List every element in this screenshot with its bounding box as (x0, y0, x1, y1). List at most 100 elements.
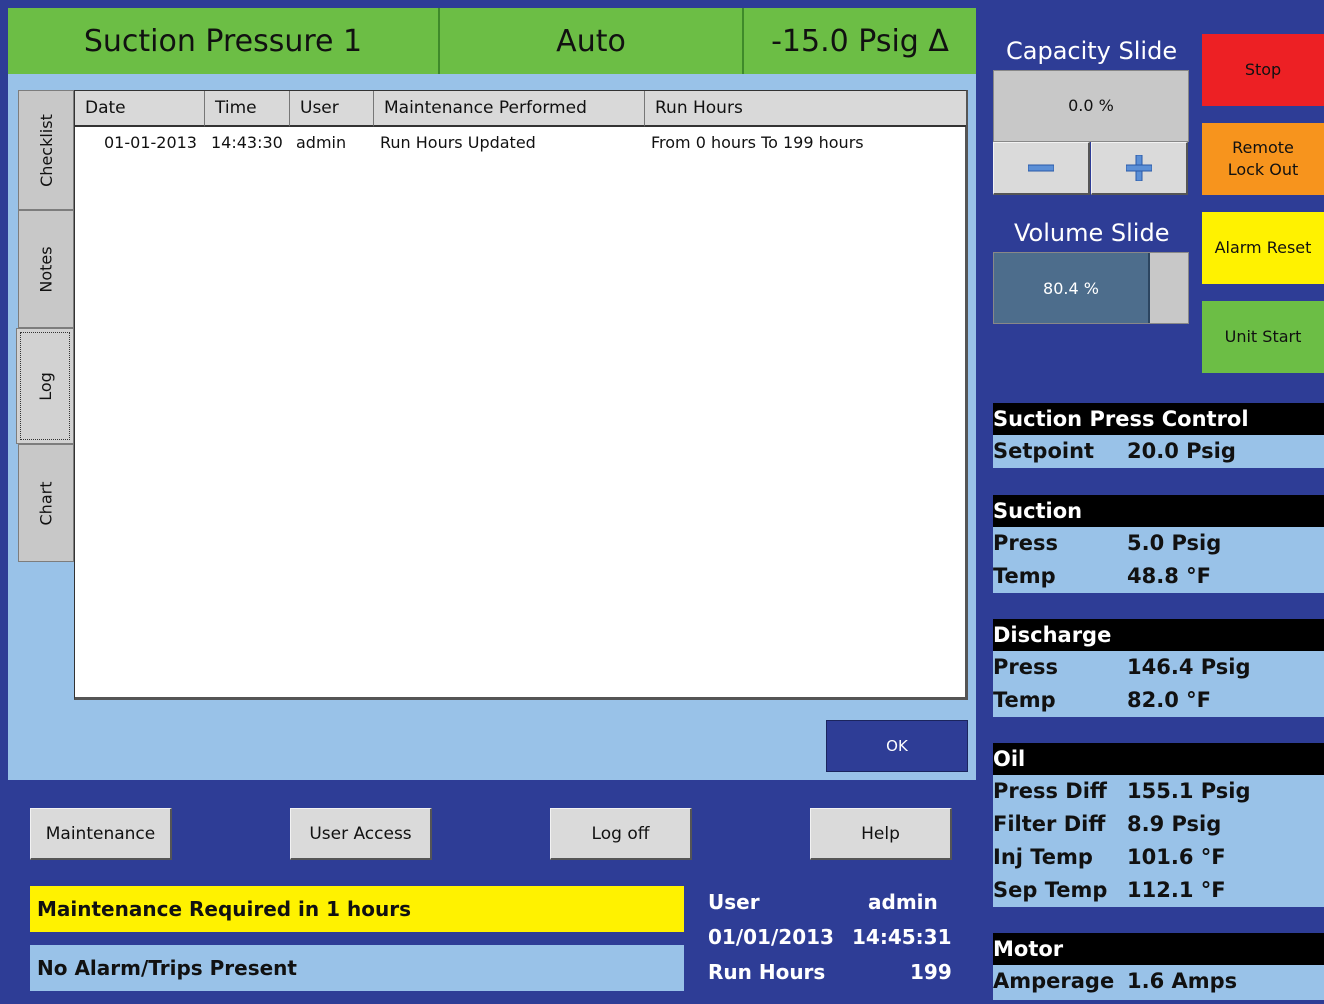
discharge-press-label: Press (993, 655, 1058, 679)
capacity-slide-value: 0.0 % (1068, 96, 1114, 115)
header-title: Suction Pressure 1 (8, 8, 440, 74)
log-off-button-label: Log off (591, 823, 650, 844)
log-off-button[interactable]: Log off (550, 808, 692, 860)
oil-press-diff-value: 155.1 Psig (1127, 779, 1251, 803)
tab-chart[interactable]: Chart (18, 444, 74, 562)
column-header-time[interactable]: Time (205, 91, 290, 127)
stop-button-label: Stop (1244, 60, 1282, 79)
column-header-date[interactable]: Date (75, 91, 205, 127)
section-body-suction: Press 5.0 Psig Temp 48.8 °F (993, 527, 1324, 593)
setpoint-label: Setpoint (993, 439, 1095, 463)
current-date: 01/01/2013 (708, 925, 834, 949)
tab-checklist[interactable]: Checklist (18, 90, 74, 210)
section-body-control: Setpoint 20.0 Psig (993, 435, 1324, 468)
discharge-temp-label: Temp (993, 688, 1056, 712)
tab-notes[interactable]: Notes (18, 210, 74, 328)
log-table[interactable]: Date Time User Maintenance Performed Run… (74, 90, 968, 700)
section-title-suction: Suction (993, 499, 1083, 523)
current-time: 14:45:31 (852, 925, 952, 949)
user-access-button[interactable]: User Access (290, 808, 432, 860)
column-header-run-hours-label: Run Hours (655, 98, 743, 118)
cell-run-hours: From 0 hours To 199 hours (651, 133, 864, 152)
tab-log-label: Log (35, 371, 55, 401)
section-header-suction: Suction (993, 495, 1324, 527)
volume-slide-display: 80.4 % (993, 252, 1189, 324)
section-header-control: Suction Press Control (993, 403, 1324, 435)
user-access-button-label: User Access (309, 823, 412, 844)
volume-slide-title: Volume Slide (1014, 219, 1170, 247)
section-header-motor: Motor (993, 933, 1324, 965)
section-title-discharge: Discharge (993, 623, 1112, 647)
tab-notes-label: Notes (36, 245, 56, 293)
suction-press-label: Press (993, 531, 1058, 555)
motor-amperage-value: 1.6 Amps (1127, 969, 1238, 993)
user-label: User (708, 890, 760, 914)
column-header-date-label: Date (85, 98, 126, 118)
section-body-discharge: Press 146.4 Psig Temp 82.0 °F (993, 651, 1324, 717)
plus-icon (1126, 155, 1152, 181)
stop-button[interactable]: Stop (1202, 34, 1324, 106)
section-title-control: Suction Press Control (993, 407, 1249, 431)
suction-temp-label: Temp (993, 564, 1056, 588)
header-reading: -15.0 Psig Δ (744, 8, 976, 74)
cell-maintenance: Run Hours Updated (380, 133, 536, 152)
ok-button-label: OK (886, 737, 908, 755)
cell-time: 14:43:30 (211, 133, 283, 152)
capacity-decrease-button[interactable] (993, 142, 1090, 195)
header-mode-text: Auto (556, 23, 626, 59)
suction-temp-value: 48.8 °F (1127, 564, 1211, 588)
section-body-motor: Amperage 1.6 Amps (993, 965, 1324, 1000)
header-title-text: Suction Pressure 1 (83, 23, 363, 59)
section-header-discharge: Discharge (993, 619, 1324, 651)
column-header-time-label: Time (215, 98, 257, 118)
suction-press-value: 5.0 Psig (1127, 531, 1222, 555)
capacity-slide-title: Capacity Slide (1006, 37, 1178, 65)
header-mode: Auto (440, 8, 744, 74)
tab-chart-label: Chart (36, 481, 56, 525)
maintenance-status-banner: Maintenance Required in 1 hours (30, 886, 684, 932)
ok-button[interactable]: OK (826, 720, 968, 772)
unit-start-button-label: Unit Start (1224, 327, 1302, 346)
oil-inj-temp-label: Inj Temp (993, 845, 1093, 869)
help-button-label: Help (861, 823, 900, 844)
maintenance-button[interactable]: Maintenance (30, 808, 172, 860)
oil-sep-temp-label: Sep Temp (993, 878, 1108, 902)
column-header-run-hours[interactable]: Run Hours (645, 91, 966, 127)
alarm-reset-button[interactable]: Alarm Reset (1202, 212, 1324, 284)
tab-log[interactable]: Log (16, 328, 74, 444)
motor-amperage-label: Amperage (993, 969, 1115, 993)
section-title-oil: Oil (993, 747, 1026, 771)
run-hours-label: Run Hours (708, 960, 826, 984)
column-header-user[interactable]: User (290, 91, 374, 127)
oil-filter-diff-label: Filter Diff (993, 812, 1106, 836)
capacity-increase-button[interactable] (1091, 142, 1188, 195)
section-body-oil: Press Diff 155.1 Psig Filter Diff 8.9 Ps… (993, 775, 1324, 907)
cell-user: admin (296, 133, 347, 152)
run-hours-value: 199 (910, 960, 952, 984)
alarm-status-banner: No Alarm/Trips Present (30, 945, 684, 991)
unit-start-button[interactable]: Unit Start (1202, 301, 1324, 373)
section-title-motor: Motor (993, 937, 1064, 961)
cell-date: 01-01-2013 (104, 133, 197, 152)
remote-lockout-button-label: Remote Lock Out (1227, 138, 1299, 179)
oil-filter-diff-value: 8.9 Psig (1127, 812, 1222, 836)
table-row[interactable]: 01-01-2013 14:43:30 admin Run Hours Upda… (75, 127, 966, 157)
user-value: admin (868, 890, 938, 914)
discharge-temp-value: 82.0 °F (1127, 688, 1211, 712)
header-reading-text: -15.0 Psig Δ (771, 23, 949, 59)
column-header-maintenance[interactable]: Maintenance Performed (374, 91, 645, 127)
discharge-press-value: 146.4 Psig (1127, 655, 1251, 679)
column-header-user-label: User (300, 98, 339, 118)
volume-slide-value: 80.4 % (1043, 279, 1099, 298)
oil-sep-temp-value: 112.1 °F (1127, 878, 1226, 902)
alarm-status-text: No Alarm/Trips Present (37, 956, 297, 980)
oil-press-diff-label: Press Diff (993, 779, 1107, 803)
help-button[interactable]: Help (810, 808, 952, 860)
maintenance-status-text: Maintenance Required in 1 hours (37, 897, 411, 921)
minus-icon (1028, 164, 1054, 172)
maintenance-button-label: Maintenance (45, 823, 156, 844)
section-header-oil: Oil (993, 743, 1324, 775)
remote-lockout-button[interactable]: Remote Lock Out (1202, 123, 1324, 195)
column-header-maintenance-label: Maintenance Performed (384, 98, 587, 118)
tab-checklist-label: Checklist (36, 113, 56, 187)
